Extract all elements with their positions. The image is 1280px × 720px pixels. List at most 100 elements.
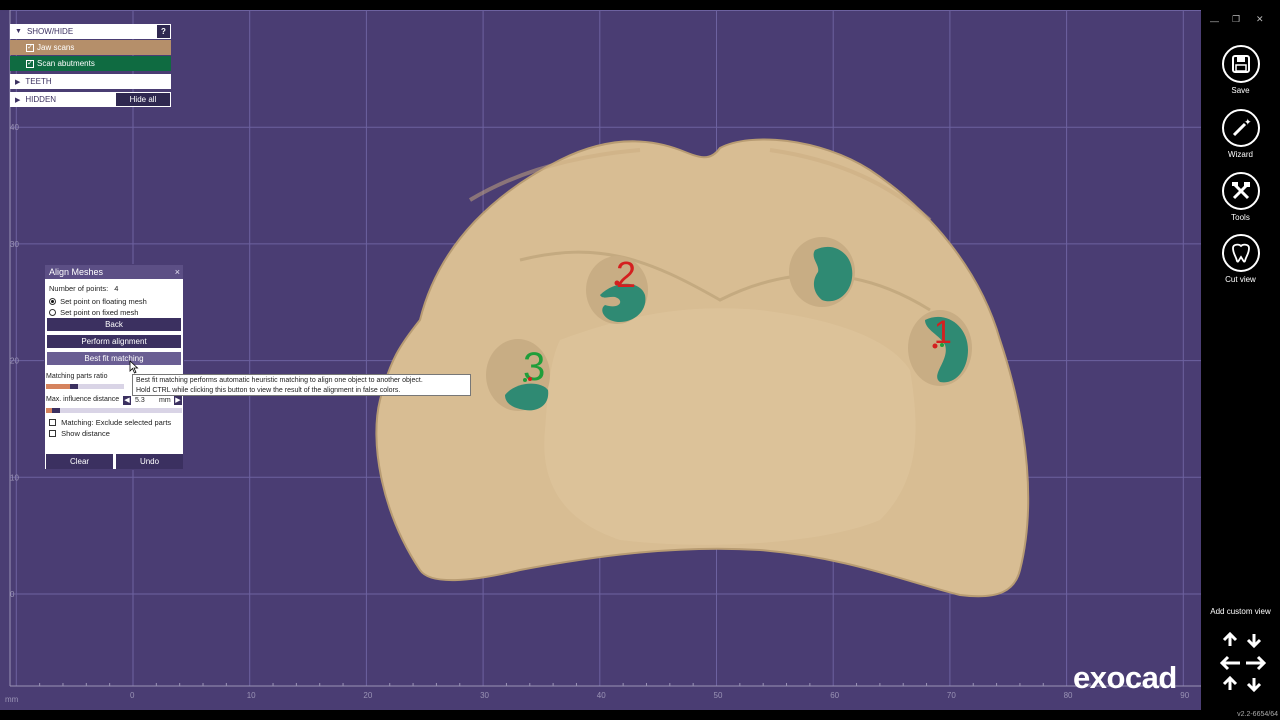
mouse-cursor-icon [129,360,139,374]
x-tick-label: 20 [363,691,372,700]
checkbox-checked-icon[interactable]: ✓ [26,59,34,68]
slider-handle[interactable] [52,408,60,413]
wizard-tool[interactable]: ✦ Wizard [1201,109,1280,159]
3d-viewport[interactable]: 40 30 20 10 0 0 10 20 30 40 50 60 70 80 90 mm [0,0,1201,720]
exocad-logo: exocad [1073,660,1177,695]
undo-button[interactable]: Undo [116,454,183,469]
hidden-section[interactable]: ▶ HIDDEN Hide all [10,92,171,107]
axis-unit: mm [5,695,19,704]
chevron-down-icon: ▼ [15,28,22,35]
max-influence-spinner[interactable]: ◀ 5.3 mm ▶ [123,396,183,405]
jaw-scans-label: Jaw scans [37,43,75,52]
matching-ratio-slider[interactable] [46,384,124,389]
num-points-label: Number of points: [49,284,109,293]
perform-alignment-button[interactable]: Perform alignment [47,335,181,348]
show-hide-title: SHOW/HIDE [26,27,74,36]
point-dot [528,377,532,381]
x-tick-label: 10 [247,691,256,700]
y-tick-label: 30 [10,240,19,249]
y-tick-label: 40 [10,123,19,132]
y-tick-label: 10 [10,473,19,482]
close-window-icon[interactable]: ✕ [1256,14,1264,25]
show-hide-panel: ▼ SHOW/HIDE ? ✓ Jaw scans ✓ Scan abutmen… [10,24,171,108]
x-tick-label: 50 [714,691,723,700]
number-of-points: Number of points: 4 [49,284,118,293]
show-distance-label: Show distance [61,429,110,438]
view-arrows-icon[interactable] [1218,630,1268,694]
magic-wand-icon[interactable]: ✦ [1221,109,1260,147]
radio-floating-label: Set point on floating mesh [60,297,147,306]
align-meshes-dialog: Align Meshes × Number of points: 4 Set p… [44,264,184,470]
checkbox-unchecked-icon[interactable] [49,419,56,426]
scan-abutments-toggle[interactable]: ✓ Scan abutments [10,56,171,71]
x-tick-label: 80 [1064,691,1073,700]
restore-icon[interactable]: ❐ [1232,14,1240,25]
back-button[interactable]: Back [47,318,181,331]
chevron-right-icon: ▶ [15,78,21,86]
tools-label: Tools [1231,213,1250,222]
tools-icon[interactable] [1221,172,1260,210]
slider-handle[interactable] [70,384,78,389]
marker-3: 3 [523,345,545,389]
jaw-scans-toggle[interactable]: ✓ Jaw scans [10,40,171,55]
scan-abutments-label: Scan abutments [37,59,95,68]
best-fit-tooltip: Best fit matching performs automatic heu… [132,374,471,396]
close-icon[interactable]: × [175,265,180,279]
x-tick-label: 0 [130,691,135,700]
minimize-icon[interactable]: — [1210,16,1219,26]
show-hide-header[interactable]: ▼ SHOW/HIDE ? [10,24,171,39]
radio-fixed-label: Set point on fixed mesh [60,308,139,317]
tooltip-line-2: Hold CTRL while clicking this button to … [136,387,401,394]
hide-all-button[interactable]: Hide all [116,93,170,106]
tooltip-line-1: Best fit matching performs automatic heu… [136,377,423,384]
radio-selected-icon[interactable] [49,298,56,305]
marker-2: 2 [616,254,636,295]
num-points-value: 4 [114,284,119,293]
checkbox-unchecked-icon[interactable] [49,430,56,437]
max-influence-value[interactable]: 5.3 [133,396,155,405]
radio-floating-mesh[interactable]: Set point on floating mesh [49,297,147,306]
max-influence-label: Max. influence distance [46,396,120,403]
wizard-label: Wizard [1228,150,1253,159]
best-fit-matching-button[interactable]: Best fit matching [47,352,181,365]
point-dot [614,280,620,286]
chevron-right-icon: ▶ [15,96,21,104]
x-tick-label: 90 [1180,691,1189,700]
tools-tool[interactable]: Tools [1201,172,1280,222]
max-influence-unit: mm [159,397,171,404]
save-tool[interactable]: Save [1201,45,1280,95]
point-dot [523,378,527,382]
x-tick-label: 60 [830,691,839,700]
dialog-title: Align Meshes [49,267,104,277]
point-dot [940,343,944,347]
help-button[interactable]: ? [157,25,170,38]
increment-arrow-icon[interactable]: ▶ [174,396,182,405]
tooth-icon[interactable] [1221,234,1260,272]
svg-text:✦: ✦ [1244,118,1252,128]
save-label: Save [1231,86,1250,95]
decrement-arrow-icon[interactable]: ◀ [123,396,131,405]
matching-ratio-label: Matching parts ratio [46,373,108,380]
x-tick-label: 30 [480,691,489,700]
dialog-title-bar[interactable]: Align Meshes × [45,265,183,279]
exclude-label: Matching: Exclude selected parts [61,418,172,427]
point-dot [932,343,938,349]
radio-fixed-mesh[interactable]: Set point on fixed mesh [49,308,138,317]
exclude-selected-option[interactable]: Matching: Exclude selected parts [49,418,171,427]
cut-view-tool[interactable]: Cut view [1201,234,1280,284]
y-tick-label: 20 [10,357,19,366]
add-custom-view-link[interactable]: Add custom view [1201,607,1280,616]
version-label: v2.2-6654/64 [1237,711,1278,718]
x-tick-label: 40 [597,691,606,700]
show-distance-option[interactable]: Show distance [49,429,110,438]
max-influence-slider[interactable] [46,408,182,413]
view-navigation[interactable] [1218,630,1268,694]
radio-unselected-icon[interactable] [49,309,56,316]
checkbox-checked-icon[interactable]: ✓ [26,43,34,52]
abutment-4[interactable] [789,237,855,307]
clear-button[interactable]: Clear [46,454,113,469]
save-icon[interactable] [1221,45,1260,83]
teeth-section[interactable]: ▶ TEETH [10,74,171,89]
teeth-label: TEETH [25,77,52,86]
x-tick-label: 70 [947,691,956,700]
